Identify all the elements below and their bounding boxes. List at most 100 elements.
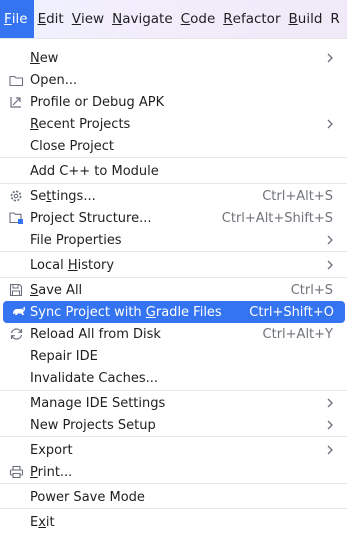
menu-refactor[interactable]: Refactor [219, 0, 284, 38]
menu-item-recent-projects[interactable]: Recent Projects [0, 113, 347, 135]
menu-item-close-project[interactable]: Close Project [0, 135, 347, 157]
label-text: Close Project [30, 138, 115, 154]
menu-view[interactable]: View [68, 0, 108, 38]
label-text: Export [30, 442, 73, 458]
save-icon [8, 282, 24, 298]
menu-item-project-structure[interactable]: Project Structure... Ctrl+Alt+Shift+S [0, 207, 347, 229]
project-structure-icon [8, 210, 24, 226]
label-text: it [45, 514, 55, 530]
menu-item-label: Add C++ to Module [30, 164, 159, 179]
label-text: Add C++ to Module [30, 163, 159, 179]
mnemonic: F [4, 11, 12, 27]
menu-label: iew [80, 11, 105, 27]
shortcut-text: Ctrl+Shift+O [249, 304, 334, 320]
menu-run-truncated[interactable]: R [326, 0, 343, 38]
label-text: Project Structure... [30, 210, 152, 226]
mnemonic: G [145, 304, 156, 320]
menu-item-save-all[interactable]: Save All Ctrl+S [0, 279, 347, 301]
menu-item-reload-from-disk[interactable]: Reload All from Disk Ctrl+Alt+Y [0, 323, 347, 345]
chevron-right-icon [327, 398, 333, 408]
menu-item-label: Profile or Debug APK [30, 95, 164, 110]
chevron-right-icon [327, 119, 333, 129]
file-menu-dropdown: New Open... Profile or Debug APK Recent … [0, 38, 347, 534]
chevron-right-icon [327, 235, 333, 245]
menu-item-invalidate-caches[interactable]: Invalidate Caches... [0, 367, 347, 389]
label-text: radle Files [155, 304, 222, 320]
label-text: tings... [51, 188, 96, 204]
profile-apk-icon [8, 94, 24, 110]
chevron-right-icon [327, 53, 333, 63]
mnemonic: V [71, 11, 81, 27]
menu-edit[interactable]: Edit [34, 0, 68, 38]
menu-item-label: Local History [30, 258, 114, 273]
menu-item-manage-ide-settings[interactable]: Manage IDE Settings [0, 392, 347, 414]
label-text: Se [30, 188, 47, 204]
mnemonic: N [30, 50, 40, 66]
menu-separator [0, 390, 347, 391]
mnemonic: x [38, 514, 46, 530]
menu-item-label: Print... [30, 465, 72, 480]
menu-item-local-history[interactable]: Local History [0, 254, 347, 276]
menu-item-add-cpp-to-module[interactable]: Add C++ to Module [0, 160, 347, 182]
printer-icon [8, 464, 24, 480]
menu-item-label: Exit [30, 515, 55, 530]
menu-label: ile [11, 11, 28, 27]
shortcut-text: Ctrl+Alt+Y [262, 326, 333, 342]
menu-label: ode [190, 11, 216, 27]
menu-item-open[interactable]: Open... [0, 69, 347, 91]
menu-item-new[interactable]: New [0, 47, 347, 69]
mnemonic: N [112, 11, 123, 27]
menu-item-label: Reload All from Disk [30, 327, 161, 342]
label-text: Manage IDE Settings [30, 395, 166, 411]
menu-item-label: Power Save Mode [30, 490, 145, 505]
menu-separator [0, 436, 347, 437]
menu-item-profile-debug-apk[interactable]: Profile or Debug APK [0, 91, 347, 113]
menu-build[interactable]: Build [285, 0, 327, 38]
menu-file[interactable]: File [0, 0, 34, 38]
mnemonic: C [180, 11, 191, 27]
label-text: Power Save Mode [30, 489, 145, 505]
chevron-right-icon [327, 420, 333, 430]
menu-label: dit [46, 11, 64, 27]
folder-icon [8, 72, 24, 88]
gradle-sync-icon [11, 304, 27, 320]
gear-icon [8, 188, 24, 204]
menu-label: efactor [232, 11, 281, 27]
menu-item-label: Save All [30, 283, 82, 298]
mnemonic: R [223, 11, 233, 27]
menu-item-file-properties[interactable]: File Properties [0, 229, 347, 251]
menu-item-label: Settings... [30, 189, 96, 204]
menu-item-settings[interactable]: Settings... Ctrl+Alt+S [0, 185, 347, 207]
mnemonic: P [30, 464, 38, 480]
menu-separator [0, 483, 347, 484]
menu-item-print[interactable]: Print... [0, 461, 347, 483]
menu-code[interactable]: Code [177, 0, 220, 38]
shortcut-text: Ctrl+Alt+Shift+S [221, 210, 333, 226]
label-text: ecent Projects [38, 116, 131, 132]
menu-separator [0, 183, 347, 184]
menu-item-exit[interactable]: Exit [0, 511, 347, 533]
mnemonic: E [37, 11, 47, 27]
menu-item-label: Sync Project with Gradle Files [30, 305, 222, 320]
menu-navigate[interactable]: Navigate [108, 0, 177, 38]
menu-item-export[interactable]: Export [0, 439, 347, 461]
menu-item-repair-ide[interactable]: Repair IDE [0, 345, 347, 367]
label-text: File Properties [30, 232, 122, 248]
label-text: rint... [37, 464, 73, 480]
label-text: Profile or Debug APK [30, 94, 165, 110]
menu-item-sync-gradle[interactable]: Sync Project with Gradle Files Ctrl+Shif… [3, 301, 345, 323]
chevron-right-icon [327, 445, 333, 455]
menu-item-new-projects-setup[interactable]: New Projects Setup [0, 414, 347, 436]
menu-item-power-save-mode[interactable]: Power Save Mode [0, 486, 347, 508]
label-text: E [30, 514, 39, 530]
menu-item-label: Invalidate Caches... [30, 371, 158, 386]
menu-item-label: Repair IDE [30, 349, 98, 364]
menu-separator [0, 277, 347, 278]
menu-item-label: Export [30, 443, 73, 458]
label-text: Invalidate Caches... [30, 370, 159, 386]
shortcut-text: Ctrl+S [290, 282, 333, 298]
menu-item-label: Manage IDE Settings [30, 396, 165, 411]
menu-separator [0, 251, 347, 252]
label-text: Reload All from Disk [30, 326, 161, 342]
menu-item-label: Close Project [30, 139, 114, 154]
